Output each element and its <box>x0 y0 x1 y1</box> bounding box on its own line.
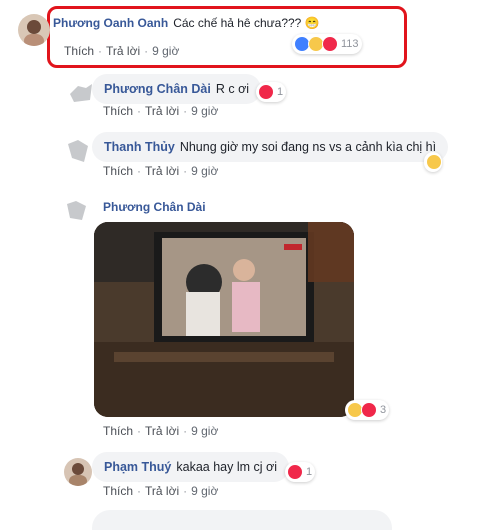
comment-text: kakaa hay lm cj ơi <box>176 460 277 474</box>
timestamp[interactable]: 9 giờ <box>191 484 218 498</box>
comment-author[interactable]: Phương Chân Dài <box>104 82 211 96</box>
reaction-summary[interactable]: 1 <box>256 82 287 102</box>
comment-bubble: Phương Chân Dài R c ơi <box>92 74 262 104</box>
comment-actions: Thích · Trả lời · 9 giờ <box>103 424 219 438</box>
timestamp[interactable]: 9 giờ <box>191 164 218 178</box>
comment-author[interactable]: Phạm Thuý <box>104 460 171 474</box>
like-link[interactable]: Thích <box>103 104 133 118</box>
love-reaction-icon <box>258 84 274 100</box>
timestamp[interactable]: 9 giờ <box>191 424 218 438</box>
comment-bubble: Thanh Thủy Nhung giờ my soi đang ns vs a … <box>92 132 449 162</box>
reply-link[interactable]: Trả lời <box>145 104 179 118</box>
like-link[interactable]: Thích <box>103 164 133 178</box>
comment-author[interactable]: Phương Chân Dài <box>103 200 206 214</box>
reaction-count: 1 <box>277 86 284 98</box>
haha-reaction-icon <box>426 154 442 170</box>
comment-4-header: Phương Chân Dài <box>103 200 211 214</box>
comment-text: Các chế hả hê chưa??? <box>173 16 302 30</box>
love-reaction-icon <box>361 402 377 418</box>
reaction-summary[interactable]: 3 <box>345 400 390 420</box>
reply-link[interactable]: Trả lời <box>145 164 179 178</box>
like-link[interactable]: Thích <box>103 484 133 498</box>
comment-text: R c ơi <box>215 82 250 96</box>
like-link[interactable]: Thích <box>64 44 94 58</box>
timestamp[interactable]: 9 giờ <box>191 104 218 118</box>
comment-author[interactable]: Phương Oanh Oanh <box>53 16 168 30</box>
love-reaction-icon <box>322 36 338 52</box>
comment-1: Phương Oanh Oanh Các chế hả hê chưa??? 😁 <box>53 10 320 36</box>
avatar[interactable] <box>18 14 50 46</box>
timestamp[interactable]: 9 giờ <box>152 44 179 58</box>
reaction-count: 3 <box>380 404 387 416</box>
reaction-summary[interactable]: 113 <box>292 34 362 54</box>
avatar[interactable] <box>64 80 96 106</box>
comment-photo[interactable] <box>94 222 354 417</box>
comment-actions: Thích · Trả lời · 9 giờ <box>103 104 219 118</box>
comment-text: Nhung giờ my soi đang ns vs a cảnh kìa c… <box>179 140 437 154</box>
comment-bubble: Phạm Thuý kakaa hay lm cj ơi <box>92 452 289 482</box>
reply-link[interactable]: Trả lời <box>145 484 179 498</box>
love-reaction-icon <box>287 464 303 480</box>
avatar[interactable] <box>64 136 94 166</box>
reaction-summary[interactable] <box>424 152 442 172</box>
reaction-count: 113 <box>341 38 359 50</box>
comment-author[interactable]: Thanh Thủy <box>104 140 175 154</box>
comment-actions: Thích · Trả lời · 9 giờ <box>103 164 219 178</box>
reply-link[interactable]: Trả lời <box>145 424 179 438</box>
like-link[interactable]: Thích <box>103 424 133 438</box>
reaction-summary[interactable]: 1 <box>285 462 316 482</box>
reply-link[interactable]: Trả lời <box>106 44 140 58</box>
comment-actions: Thích · Trả lời · 9 giờ <box>64 44 180 58</box>
avatar[interactable] <box>64 198 90 224</box>
grin-emoji: 😁 <box>304 16 320 30</box>
avatar[interactable] <box>64 458 92 486</box>
comment-actions: Thích · Trả lời · 9 giờ <box>103 484 219 498</box>
comment-bubble <box>92 510 392 530</box>
reaction-count: 1 <box>306 466 313 478</box>
